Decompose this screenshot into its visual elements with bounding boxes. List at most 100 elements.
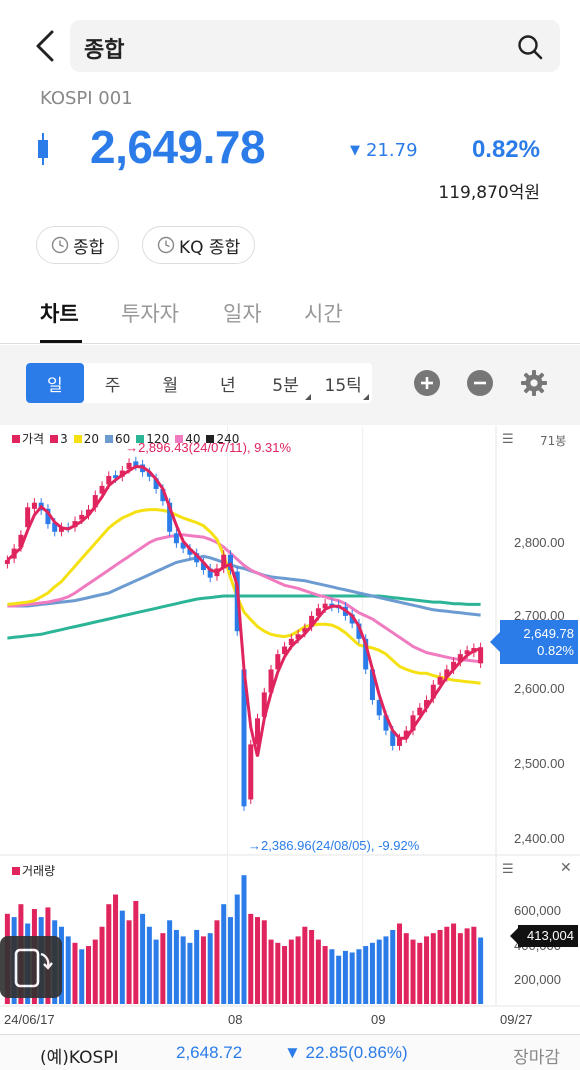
period-label: 15틱 [324,375,362,396]
tab-investor[interactable]: 투자자 [121,298,179,328]
legend-swatch [50,434,59,443]
volume-legend: 거래량 [12,862,55,879]
volume-bar [106,904,112,1004]
volume-bar [214,920,220,1004]
low-annotation: →2,386.96(24/08/05), -9.92% [248,838,420,853]
volume-bar [167,920,173,1004]
search-box[interactable]: 종합 [70,20,560,72]
volume-bar [79,949,85,1004]
legend-item: 가격 [12,430,44,447]
index-code: KOSPI 001 [40,88,133,109]
current-price-tag: 2,649.78 0.82% [490,620,578,664]
clock-icon [157,236,175,254]
period-month[interactable]: 월 [141,363,199,403]
volume-bar [241,875,247,1004]
volume-bar [288,939,294,1004]
x-axis-label: 08 [228,1012,243,1027]
volume-bar [464,928,470,1004]
volume-bar [86,946,92,1004]
volume-bar [173,929,179,1004]
candle-count: 71봉 [540,434,567,448]
trade-amount: 119,870억원 [438,183,540,203]
volume-bar [444,926,450,1004]
volume-bar [295,936,301,1004]
y-tick-label: 2,600.00 [514,681,565,696]
x-axis-label: 09/27 [500,1012,533,1027]
volume-bar [268,939,274,1004]
y-tick-label: 2,500.00 [514,756,565,771]
volume-bar [153,939,159,1004]
header: 종합 [0,0,580,90]
volume-y-tick: 200,000 [514,972,561,987]
volume-bar [417,942,423,1004]
search-text: 종합 [84,38,125,63]
price-chart[interactable]: →2,896.43(24/07/11), 9.31%→2,386.96(24/0… [0,426,580,1036]
candle-body [248,744,254,800]
volume-bar [146,926,152,1004]
ticker-price: 2,648.72 [176,1043,243,1062]
ticker-name: (예)KOSPI [40,1048,119,1068]
period-day[interactable]: 일 [26,363,84,403]
rotate-screen-button[interactable] [0,936,62,998]
volume-bar [140,913,146,1004]
volume-bar [275,942,281,1004]
bottom-ticker-bar[interactable]: (예)KOSPI 2,648.72 ▼ 22.85(0.86%) 장마감 [0,1034,580,1070]
volume-bar [92,939,98,1004]
legend-swatch [206,434,215,443]
legend-item: 240 [206,430,239,447]
chip-kq-composite[interactable]: KQ 종합 [142,226,256,264]
ticker-change: ▼ 22.85(0.86%) [284,1043,408,1062]
period-15tick[interactable]: 15틱 [314,363,372,403]
volume-bar [255,917,261,1004]
volume-bar [424,936,430,1004]
volume-bar [410,939,416,1004]
search-icon[interactable] [516,33,544,61]
back-arrow-icon[interactable] [28,28,64,64]
rotate-screen-icon [14,948,53,988]
dropdown-corner-icon [363,394,370,400]
volume-bar [349,952,355,1004]
tab-daily[interactable]: 일자 [223,298,262,328]
legend-swatch [136,434,145,443]
legend-item: 40 [175,430,200,447]
legend-label: 3 [60,431,68,446]
volume-bar [65,936,71,1004]
period-label: 일 [47,375,63,396]
legend-item: 60 [105,430,130,447]
volume-bar [160,933,166,1004]
chip-kospi-composite[interactable]: 종합 [36,226,120,264]
period-year[interactable]: 년 [199,363,257,403]
legend-label: 120 [146,431,170,446]
tab-chart[interactable]: 차트 [40,298,79,328]
x-axis-label: 24/06/17 [4,1012,55,1027]
volume-y-tick: 600,000 [514,903,561,918]
ma120-line [7,594,481,640]
settings-gear-icon[interactable] [520,369,548,397]
legend-swatch [73,434,82,443]
volume-swatch [12,866,20,875]
zoom-in-icon[interactable] [413,369,441,397]
legend-item: 120 [136,430,169,447]
zoom-out-icon[interactable] [466,369,494,397]
legend-swatch [12,434,20,443]
dropdown-corner-icon [305,394,312,400]
market-status: 장마감 [513,1048,560,1068]
volume-bar [342,950,348,1004]
legend-label: 20 [83,431,100,446]
volume-bar [126,920,132,1004]
candle-body [31,502,37,509]
menu-lines-icon[interactable]: ☰ [502,432,514,447]
legend-label: 가격 [22,432,45,446]
volume-bar [369,942,375,1004]
legend-label: 60 [115,431,131,446]
volume-bar [478,937,484,1004]
volume-menu-icon[interactable]: ☰ [502,862,514,877]
tab-time[interactable]: 시간 [304,298,343,328]
volume-bar [187,942,193,1004]
legend-item: 20 [73,430,100,447]
period-5min[interactable]: 5분 [257,363,315,403]
change-value: 21.79 [366,140,418,161]
volume-close-icon[interactable]: ✕ [560,860,572,876]
volume-bar [390,929,396,1004]
period-week[interactable]: 주 [84,363,142,403]
